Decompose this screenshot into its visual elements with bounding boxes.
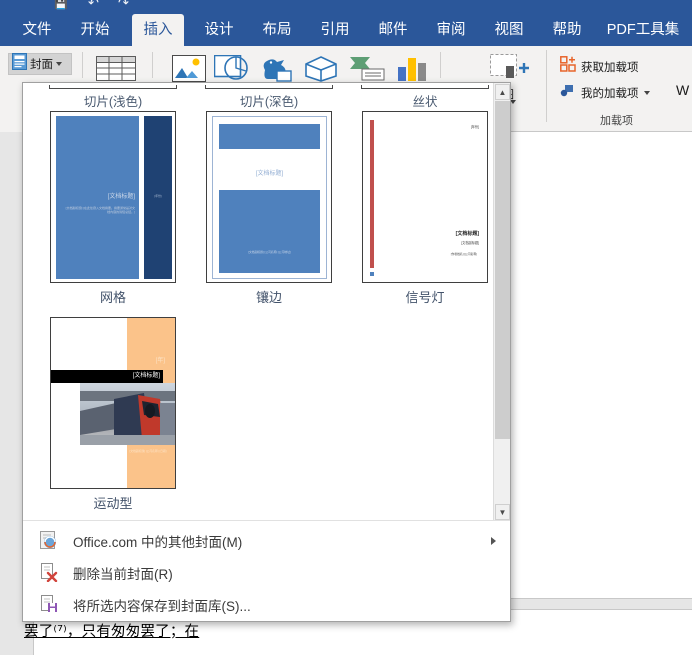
undo-icon[interactable]: ↶ — [88, 0, 99, 9]
thumb-subtitle: [文档副标题] [在此处键入文档摘要。摘要通常是对文档内容的简短总结。] — [65, 206, 135, 214]
thumb-photo — [80, 383, 175, 445]
thumbnail-preview: [文档标题] [文档副标题] [公司名称] [公司地址] — [206, 111, 332, 283]
office-online-icon — [39, 530, 61, 552]
chevron-down-icon: ▼ — [498, 507, 507, 517]
submenu-arrow-icon[interactable] — [491, 537, 496, 545]
gallery-group-title: 切片(深色) — [239, 95, 299, 109]
my-addins-icon — [560, 82, 576, 103]
gallery-item-caption: 运动型 — [93, 496, 133, 511]
thumb-title: [文档标题] — [255, 171, 284, 177]
cover-page-gallery[interactable]: 切片(浅色) 切片(深色) 丝状 [文档标题] [文档副标题] [在此处键入文档… — [22, 82, 511, 622]
tab-file[interactable]: 文件 — [14, 14, 60, 46]
save-icon[interactable]: 💾 — [54, 0, 68, 10]
tab-insert[interactable]: 插入 — [132, 14, 184, 46]
scroll-down-button[interactable]: ▼ — [495, 504, 510, 520]
get-addins-label: 获取加载项 — [581, 61, 639, 74]
chevron-down-icon[interactable] — [56, 62, 62, 66]
my-addins-chevron-icon[interactable] — [643, 90, 650, 95]
gallery-group-title: 丝状 — [412, 95, 438, 109]
thumb-footer: [文档副标题] [公司名称] [日期] — [129, 449, 167, 453]
thumbnail-preview: [年份] [文档标题] [文档副标题] [作者姓名] [公司名称] — [362, 111, 488, 283]
gallery-item-caption: 网格 — [99, 290, 126, 305]
menu-item-label: Office.com 中的其他封面(M) — [73, 535, 243, 550]
tab-layout[interactable]: 布局 — [254, 14, 300, 46]
tab-review[interactable]: 审阅 — [428, 14, 474, 46]
thumbnail-preview: [文档标题] [文档副标题] [在此处键入文档摘要。摘要通常是对文档内容的简短总… — [50, 111, 176, 283]
tab-pdf-tools[interactable]: PDF工具集 — [600, 14, 686, 46]
chevron-up-icon: ▲ — [498, 87, 507, 97]
gallery-item-caption: 信号灯 — [405, 290, 445, 305]
tab-design[interactable]: 设计 — [196, 14, 242, 46]
cover-page-button[interactable]: 封面 — [8, 53, 72, 75]
tab-help[interactable]: 帮助 — [544, 14, 590, 46]
thumb-title: [文档标题] — [132, 373, 160, 379]
cover-page-label: 封面 — [30, 59, 53, 71]
get-addins-icon — [560, 56, 576, 77]
doc-line: 罢了⁽⁷⁾，只有匆匆罢了；在 — [24, 624, 200, 640]
thumb-title: [文档标题] — [107, 194, 135, 200]
gallery-item-caption: 镶边 — [255, 290, 282, 305]
gallery-commands: Office.com 中的其他封面(M) 删除当前封面(R) 将所选内容保存到封… — [23, 520, 510, 621]
tab-view[interactable]: 视图 — [486, 14, 532, 46]
thumb-side-text: [年份] — [154, 194, 162, 198]
my-addins-button[interactable]: 我的加载项 — [560, 82, 650, 103]
addins-trailing-text: W — [676, 82, 690, 98]
ribbon-tab-bar: 文件 开始 插入 设计 布局 引用 邮件 审阅 视图 帮助 PDF工具集 — [0, 14, 692, 46]
addins-group-label: 加载项 — [600, 115, 633, 127]
menu-item-label: 将所选内容保存到封面库(S)... — [73, 599, 251, 614]
thumbnail-preview: [年] [文档标题] [文档副标题] [公司名称] [日期] — [50, 317, 176, 489]
thumb-year: [年份] — [470, 125, 479, 129]
menu-item-label: 删除当前封面(R) — [73, 567, 173, 582]
menu-item-remove-cover[interactable]: 删除当前封面(R) — [23, 557, 510, 589]
menu-item-more-covers[interactable]: Office.com 中的其他封面(M) — [23, 525, 510, 557]
get-addins-button[interactable]: 获取加载项 — [560, 56, 639, 77]
delete-cover-icon — [39, 562, 61, 584]
tab-references[interactable]: 引用 — [312, 14, 358, 46]
menu-item-save-selection[interactable]: 将所选内容保存到封面库(S)... — [23, 589, 510, 621]
thumb-title: [文档标题] — [455, 231, 479, 237]
scrollbar-thumb[interactable] — [495, 101, 510, 439]
redo-icon[interactable]: ↷ — [118, 0, 129, 9]
save-to-gallery-icon — [39, 594, 61, 616]
scroll-up-button[interactable]: ▲ — [495, 84, 510, 100]
cover-page-icon — [12, 53, 27, 75]
thumb-year: [年] — [155, 358, 165, 364]
tab-mailings[interactable]: 邮件 — [370, 14, 416, 46]
tab-home[interactable]: 开始 — [72, 14, 118, 46]
quick-access-toolbar: 💾 ↶ ↷ — [0, 0, 692, 14]
gallery-group-title: 切片(浅色) — [83, 95, 143, 109]
thumb-author: [作者姓名] [公司名称] — [450, 252, 477, 256]
thumb-footer: [文档副标题] [公司名称] [公司地址] — [248, 250, 291, 254]
thumb-subtitle: [文档副标题] — [461, 241, 479, 245]
my-addins-label: 我的加载项 — [581, 87, 639, 100]
